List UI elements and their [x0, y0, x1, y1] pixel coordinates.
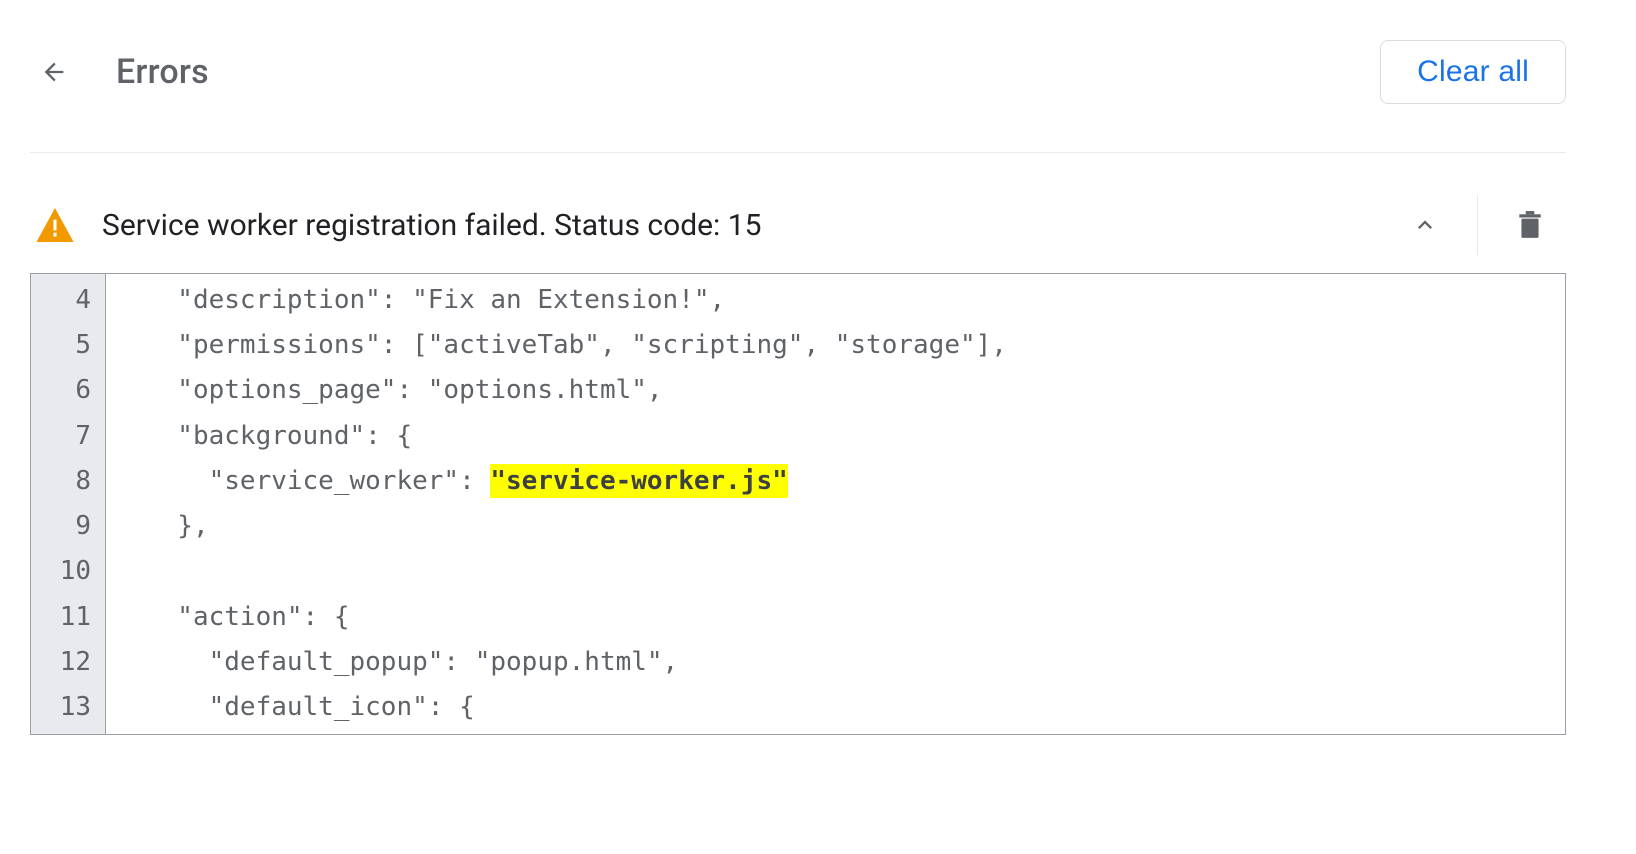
code-line: "default_popup": "popup.html",	[146, 640, 1007, 685]
line-number: 5	[45, 323, 95, 368]
code-content[interactable]: "description": "Fix an Extension!", "per…	[106, 274, 1027, 734]
code-line	[146, 549, 1007, 594]
back-arrow-icon	[40, 58, 68, 86]
code-line: "options_page": "options.html",	[146, 368, 1007, 413]
line-number: 4	[45, 278, 95, 323]
line-number: 8	[45, 459, 95, 504]
error-header[interactable]: Service worker registration failed. Stat…	[30, 177, 1566, 273]
code-line: "permissions": ["activeTab", "scripting"…	[146, 323, 1007, 368]
code-line: "action": {	[146, 595, 1007, 640]
errors-page: Errors Clear all Service worker registra…	[0, 0, 1636, 775]
page-title: Errors	[116, 52, 209, 92]
code-line: "default_icon": {	[146, 685, 1007, 730]
line-number: 12	[45, 640, 95, 685]
collapse-button[interactable]	[1395, 195, 1455, 255]
line-number: 13	[45, 685, 95, 730]
code-line: },	[146, 504, 1007, 549]
clear-all-button[interactable]: Clear all	[1380, 40, 1566, 104]
line-number: 11	[45, 595, 95, 640]
code-block: 45678910111213 "description": "Fix an Ex…	[30, 273, 1566, 735]
header-left: Errors	[30, 48, 209, 96]
back-button[interactable]	[30, 48, 78, 96]
page-header: Errors Clear all	[30, 40, 1566, 153]
line-number: 7	[45, 414, 95, 459]
line-number: 6	[45, 368, 95, 413]
highlighted-token: "service-worker.js"	[490, 464, 787, 498]
line-number: 10	[45, 549, 95, 594]
delete-error-button[interactable]	[1500, 195, 1560, 255]
line-number: 9	[45, 504, 95, 549]
trash-icon	[1517, 210, 1543, 240]
line-number-gutter: 45678910111213	[31, 274, 106, 734]
error-title: Service worker registration failed. Stat…	[102, 208, 1395, 243]
chevron-up-icon	[1411, 211, 1439, 239]
separator	[1477, 195, 1478, 255]
warning-icon	[36, 208, 74, 242]
code-line: "description": "Fix an Extension!",	[146, 278, 1007, 323]
code-line: "background": {	[146, 414, 1007, 459]
code-line: "service_worker": "service-worker.js"	[146, 459, 1007, 504]
error-card: Service worker registration failed. Stat…	[30, 177, 1566, 735]
